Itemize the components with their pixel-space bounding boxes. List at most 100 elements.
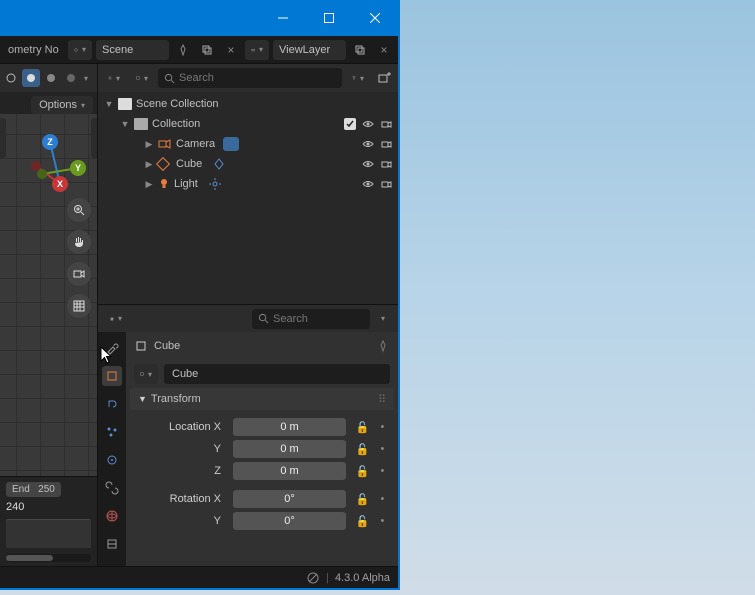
tree-collection[interactable]: ▼ Collection (98, 114, 398, 134)
lock-icon[interactable]: 🔓 (356, 493, 370, 506)
eye-icon[interactable] (362, 158, 374, 170)
outliner-tree[interactable]: ▼ Scene Collection ▼ Collection ▶ (98, 92, 398, 304)
lock-icon[interactable]: 🔓 (356, 515, 370, 528)
npanel-handle[interactable] (91, 118, 97, 158)
lock-icon[interactable]: 🔓 (356, 465, 370, 478)
delete-scene-button[interactable]: × (221, 40, 241, 60)
camera-icon[interactable] (380, 158, 392, 170)
copy-scene-button[interactable] (197, 40, 217, 60)
shading-rendered-button[interactable] (62, 69, 80, 87)
keyframe-dot[interactable]: • (381, 443, 385, 455)
axis-x[interactable]: X (52, 176, 68, 192)
zoom-tool-icon[interactable] (67, 198, 91, 222)
properties-options-dropdown[interactable]: ▾ (374, 309, 392, 329)
tab-tool[interactable] (102, 338, 122, 358)
viewport-3d[interactable]: Z Y X (0, 114, 97, 476)
end-frame-label[interactable]: End 250 (6, 482, 61, 497)
chevron-down-icon[interactable]: ▼ (120, 119, 130, 129)
tab-data[interactable] (102, 534, 122, 554)
toolbar-handle[interactable] (0, 118, 6, 158)
timeline-track[interactable] (6, 519, 91, 548)
lock-icon[interactable]: 🔓 (356, 421, 370, 434)
chevron-right-icon[interactable]: ▶ (144, 159, 154, 170)
tab-modifiers[interactable] (102, 394, 122, 414)
chevron-right-icon[interactable]: ▶ (144, 139, 154, 150)
pan-tool-icon[interactable] (67, 230, 91, 254)
timeline-scrollbar[interactable] (6, 554, 91, 562)
camera-icon[interactable] (380, 178, 392, 190)
data-badge[interactable] (223, 137, 239, 151)
location-x-field[interactable]: 0 m (233, 418, 346, 436)
tab-object[interactable] (102, 366, 122, 386)
collection-icon (118, 98, 132, 110)
shading-solid-button[interactable] (22, 69, 40, 87)
camera-view-icon[interactable] (67, 262, 91, 286)
outliner-filter-dropdown[interactable]: ▾ (346, 68, 370, 88)
keyframe-dot[interactable]: • (381, 421, 385, 433)
shading-wireframe-button[interactable] (2, 69, 20, 87)
tree-item-cube[interactable]: ▶ Cube (98, 154, 398, 174)
new-collection-button[interactable] (374, 68, 394, 88)
transform-panel-header[interactable]: ▼ Transform ⠿ (130, 388, 394, 410)
tree-scene-collection[interactable]: ▼ Scene Collection (98, 94, 398, 114)
version-label: 4.3.0 Alpha (335, 572, 390, 584)
chevron-right-icon[interactable]: ▶ (144, 179, 154, 190)
camera-object-icon (158, 138, 172, 150)
object-icon (134, 339, 148, 353)
minimize-button[interactable] (260, 0, 306, 36)
keyframe-dot[interactable]: • (381, 465, 385, 477)
network-off-icon[interactable] (306, 571, 320, 585)
viewport-column: ▾ Options ▾ Z Y (0, 64, 98, 566)
tab-world[interactable] (102, 506, 122, 526)
tab-constraints[interactable] (102, 478, 122, 498)
exclude-checkbox[interactable] (344, 118, 356, 130)
eye-icon[interactable] (362, 178, 374, 190)
nav-gizmo[interactable]: Z Y X (26, 138, 86, 198)
scene-browse-dropdown[interactable]: ▾ (68, 40, 92, 60)
light-data-badge[interactable] (208, 177, 222, 191)
outliner-display-dropdown[interactable]: ▾ (130, 68, 154, 88)
rotation-y-field[interactable]: 0° (233, 512, 346, 530)
maximize-button[interactable] (306, 0, 352, 36)
axis-y[interactable]: Y (70, 160, 86, 176)
perspective-toggle-icon[interactable] (67, 294, 91, 318)
outliner-search[interactable]: Search (158, 68, 342, 88)
camera-icon[interactable] (380, 118, 392, 130)
breadcrumb: Cube (126, 332, 398, 360)
tree-item-light[interactable]: ▶ Light (98, 174, 398, 194)
location-y-field[interactable]: 0 m (233, 440, 346, 458)
options-dropdown[interactable]: Options ▾ (31, 96, 93, 114)
eye-icon[interactable] (362, 118, 374, 130)
lock-icon[interactable]: 🔓 (356, 443, 370, 456)
tab-particles[interactable] (102, 422, 122, 442)
tree-item-camera[interactable]: ▶ Camera (98, 134, 398, 154)
keyframe-dot[interactable]: • (381, 515, 385, 527)
material-badge[interactable] (212, 157, 226, 171)
close-button[interactable] (352, 0, 398, 36)
collection-icon (134, 118, 148, 130)
location-z-field[interactable]: 0 m (233, 462, 346, 480)
eye-icon[interactable] (362, 138, 374, 150)
keyframe-dot[interactable]: • (381, 493, 385, 505)
scene-name-field[interactable]: Scene (96, 40, 169, 60)
copy-viewlayer-button[interactable] (350, 40, 370, 60)
viewlayer-browse-dropdown[interactable]: ▾ (245, 40, 269, 60)
chevron-down-icon[interactable]: ▼ (104, 99, 114, 109)
viewlayer-name-field[interactable]: ViewLayer (273, 40, 346, 60)
properties-search[interactable]: Search (252, 309, 370, 329)
camera-icon[interactable] (380, 138, 392, 150)
location-x-label: Location X (134, 421, 229, 433)
object-data-dropdown[interactable]: ▾ (134, 364, 158, 384)
pin-scene-icon[interactable] (173, 40, 193, 60)
pin-icon[interactable] (376, 339, 390, 353)
axis-z[interactable]: Z (42, 134, 58, 150)
drag-handle-icon[interactable]: ⠿ (378, 393, 386, 406)
shading-material-button[interactable] (42, 69, 60, 87)
rotation-x-field[interactable]: 0° (233, 490, 346, 508)
delete-viewlayer-button[interactable]: × (374, 40, 394, 60)
properties-mode-dropdown[interactable]: ▾ (104, 309, 128, 329)
outliner-mode-dropdown[interactable]: ▾ (102, 68, 126, 88)
tab-physics[interactable] (102, 450, 122, 470)
object-name-field[interactable]: Cube (164, 364, 390, 384)
workspace-label[interactable]: ometry No (4, 44, 64, 56)
